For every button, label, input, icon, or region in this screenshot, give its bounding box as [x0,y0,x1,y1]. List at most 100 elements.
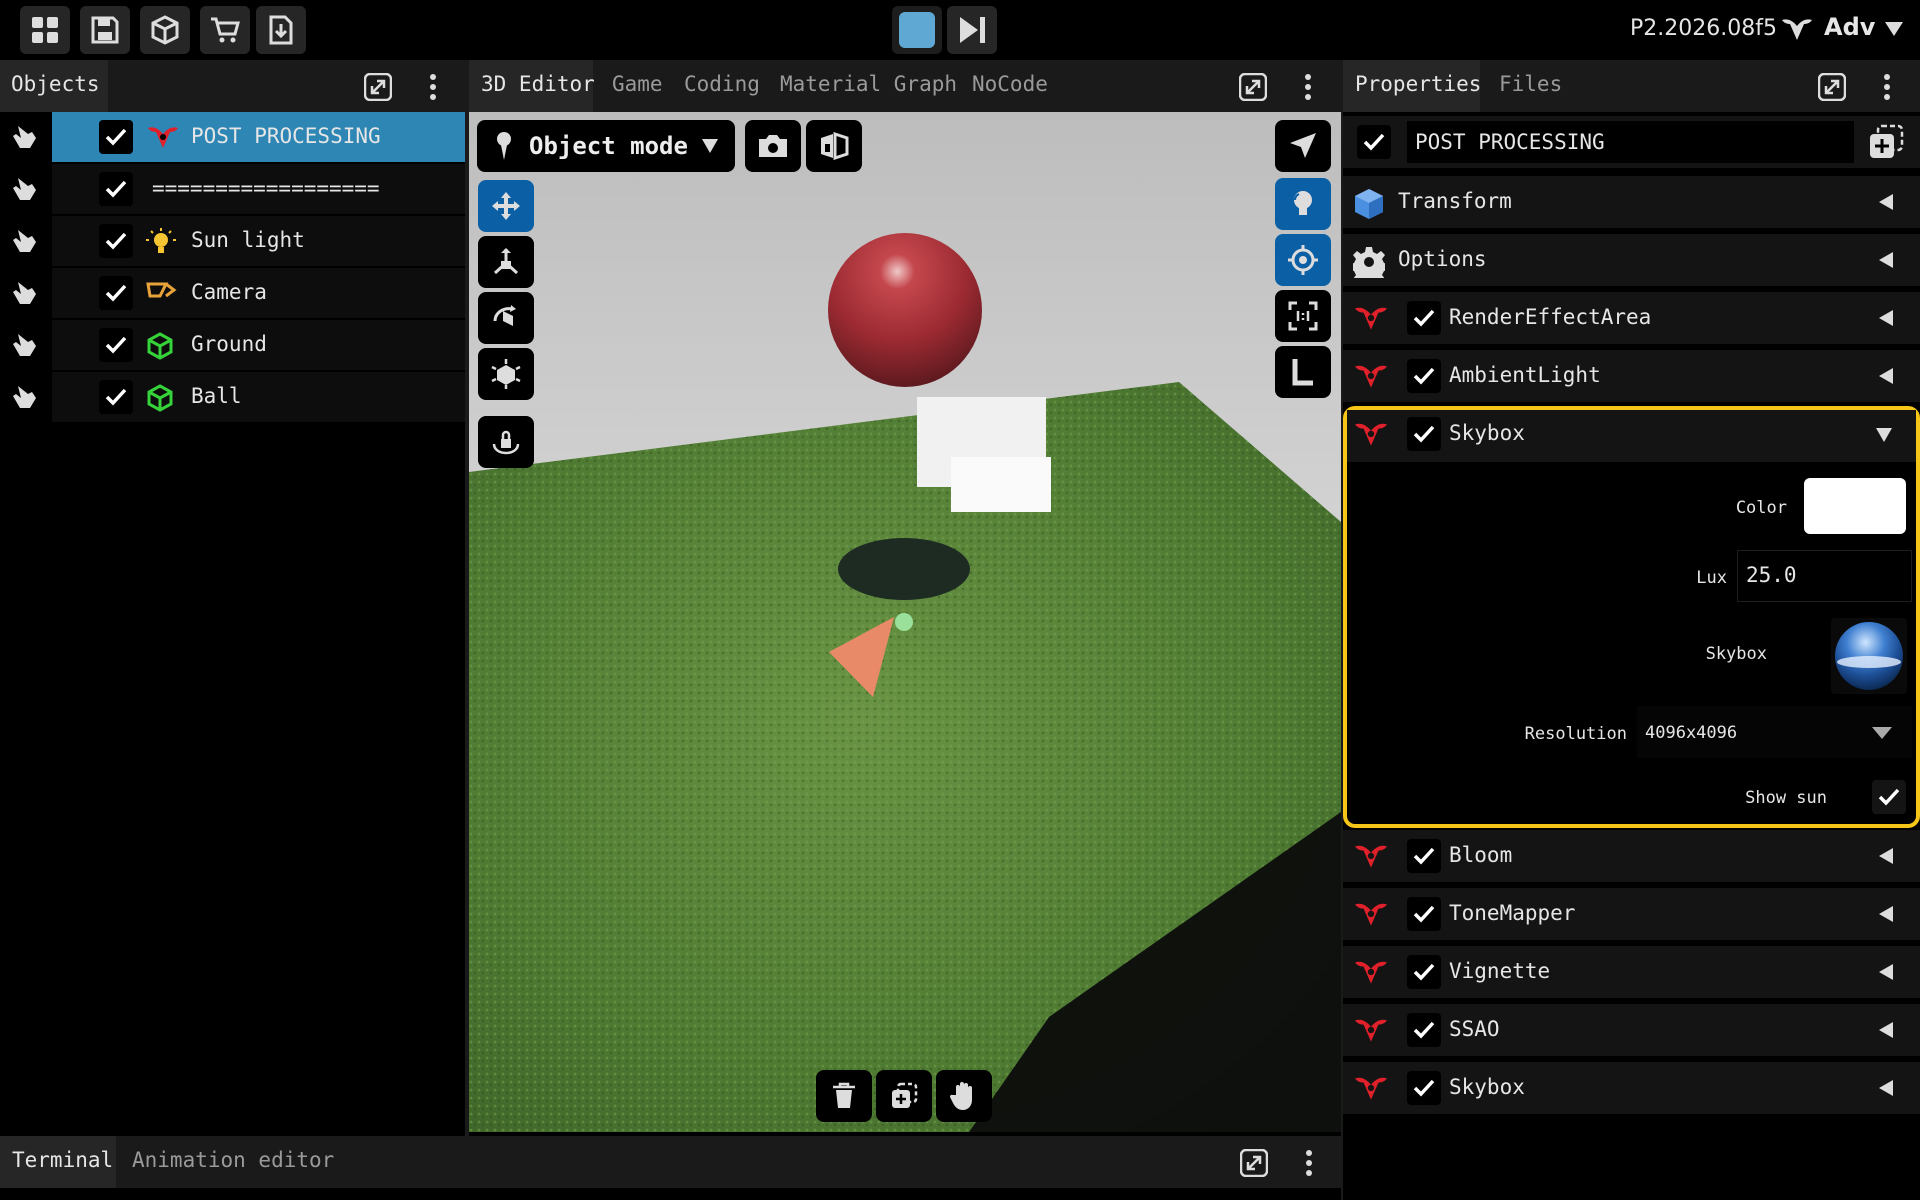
drag-hand-icon[interactable] [10,174,42,204]
actual-size-icon[interactable] [1275,290,1331,342]
add-component-icon[interactable] [1868,124,1904,160]
tab-animation-editor[interactable]: Animation editor [132,1148,334,1172]
expand-icon[interactable] [1236,70,1270,104]
resolution-select[interactable]: 4096x4096 [1637,706,1912,758]
enabled-checkbox[interactable] [1407,955,1441,989]
grid-icon[interactable] [20,6,70,54]
chevron-left-icon[interactable] [1878,367,1894,385]
visibility-checkbox[interactable] [99,224,133,258]
drag-hand-icon[interactable] [10,330,42,360]
section-vignette[interactable]: Vignette [1343,946,1920,998]
move-tool-icon[interactable] [478,180,534,232]
enabled-checkbox[interactable] [1407,417,1441,451]
stop-icon[interactable] [892,6,942,54]
section-ambient-light[interactable]: AmbientLight [1343,350,1920,402]
section-options[interactable]: Options [1343,234,1920,286]
enabled-checkbox[interactable] [1407,897,1441,931]
delete-icon[interactable] [816,1070,872,1122]
tab-terminal[interactable]: Terminal [12,1148,113,1172]
tab-objects[interactable]: Objects [11,72,100,96]
visibility-checkbox[interactable] [99,380,133,414]
scale-tool-icon[interactable] [478,236,534,288]
enabled-checkbox[interactable] [1407,359,1441,393]
lock-orbit-icon[interactable] [478,416,534,468]
step-forward-icon[interactable] [947,6,997,54]
visibility-checkbox[interactable] [99,276,133,310]
drag-hand-icon[interactable] [10,278,42,308]
chevron-left-icon[interactable] [1878,905,1894,923]
visibility-checkbox[interactable] [99,328,133,362]
chevron-down-icon[interactable] [1884,21,1904,37]
tab-files[interactable]: Files [1499,72,1562,96]
tab-material-graph[interactable]: Material Graph [780,72,957,96]
chevron-left-icon[interactable] [1878,309,1894,327]
scene-render[interactable] [469,112,1341,1132]
rotate-tool-icon[interactable] [478,292,534,344]
section-ssao[interactable]: SSAO [1343,1004,1920,1056]
chevron-left-icon[interactable] [1878,251,1894,269]
chevron-left-icon[interactable] [1878,963,1894,981]
object-name-input[interactable]: POST PROCESSING [1407,121,1854,163]
list-item[interactable]: Camera [0,268,465,318]
mode-label[interactable]: Adv [1824,13,1875,41]
chevron-down-icon[interactable] [1875,427,1893,443]
transform-tool-icon[interactable] [478,348,534,400]
list-item[interactable]: ================== [0,164,465,214]
show-sun-checkbox[interactable] [1872,780,1906,814]
tab-game[interactable]: Game [612,72,663,96]
enabled-checkbox[interactable] [1407,839,1441,873]
chevron-left-icon[interactable] [1878,1021,1894,1039]
select-pointer-icon[interactable] [1275,120,1331,172]
object-mode-dropdown[interactable]: Object mode [477,120,735,172]
more-vertical-icon[interactable] [1291,70,1325,104]
duplicate-icon[interactable] [876,1070,932,1122]
enabled-checkbox[interactable] [1407,1071,1441,1105]
drag-hand-icon[interactable] [10,226,42,256]
drag-hand-icon[interactable] [10,382,42,412]
active-checkbox[interactable] [1357,125,1391,159]
more-vertical-icon[interactable] [416,70,450,104]
tab-coding[interactable]: Coding [684,72,760,96]
save-icon[interactable] [80,6,130,54]
scene-view-icon[interactable] [806,120,862,172]
section-bloom[interactable]: Bloom [1343,830,1920,882]
enabled-checkbox[interactable] [1407,1013,1441,1047]
tab-properties[interactable]: Properties [1355,72,1481,96]
list-item[interactable]: Sun light [0,216,465,266]
enabled-checkbox[interactable] [1407,301,1441,335]
expand-icon[interactable] [361,70,395,104]
cube-icon[interactable] [140,6,190,54]
visibility-checkbox[interactable] [99,120,133,154]
section-transform[interactable]: Transform [1343,176,1920,228]
expand-icon[interactable] [1237,1146,1271,1180]
list-item[interactable]: POST PROCESSING [0,112,465,162]
section-render-effect-area[interactable]: RenderEffectArea [1343,292,1920,344]
viewport-3d[interactable]: Object mode [469,112,1341,1132]
chevron-left-icon[interactable] [1878,1079,1894,1097]
section-tone-mapper[interactable]: ToneMapper [1343,888,1920,940]
more-vertical-icon[interactable] [1292,1146,1326,1180]
list-item[interactable]: Ball [0,372,465,422]
cart-icon[interactable] [200,6,250,54]
local-space-icon[interactable] [1275,346,1331,398]
lux-input[interactable]: 25.0 [1737,550,1912,602]
chevron-left-icon[interactable] [1878,193,1894,211]
section-skybox-2[interactable]: Skybox [1343,1062,1920,1114]
drag-hand-icon[interactable] [10,122,42,152]
expand-icon[interactable] [1815,70,1849,104]
more-vertical-icon[interactable] [1870,70,1904,104]
hand-pan-icon[interactable] [936,1070,992,1122]
user-logo-icon[interactable] [1780,14,1814,46]
visibility-checkbox[interactable] [99,172,133,206]
skybox-header[interactable]: Skybox [1347,410,1916,462]
light-toggle-icon[interactable] [1275,178,1331,230]
tab-nocode[interactable]: NoCode [972,72,1048,96]
camera-capture-icon[interactable] [745,120,801,172]
list-item[interactable]: Ground [0,320,465,370]
focus-target-icon[interactable] [1275,234,1331,286]
download-icon[interactable] [256,6,306,54]
skybox-texture-preview[interactable] [1831,618,1907,694]
chevron-left-icon[interactable] [1878,847,1894,865]
tab-3d-editor[interactable]: 3D Editor [481,72,595,96]
color-swatch[interactable] [1804,478,1906,534]
